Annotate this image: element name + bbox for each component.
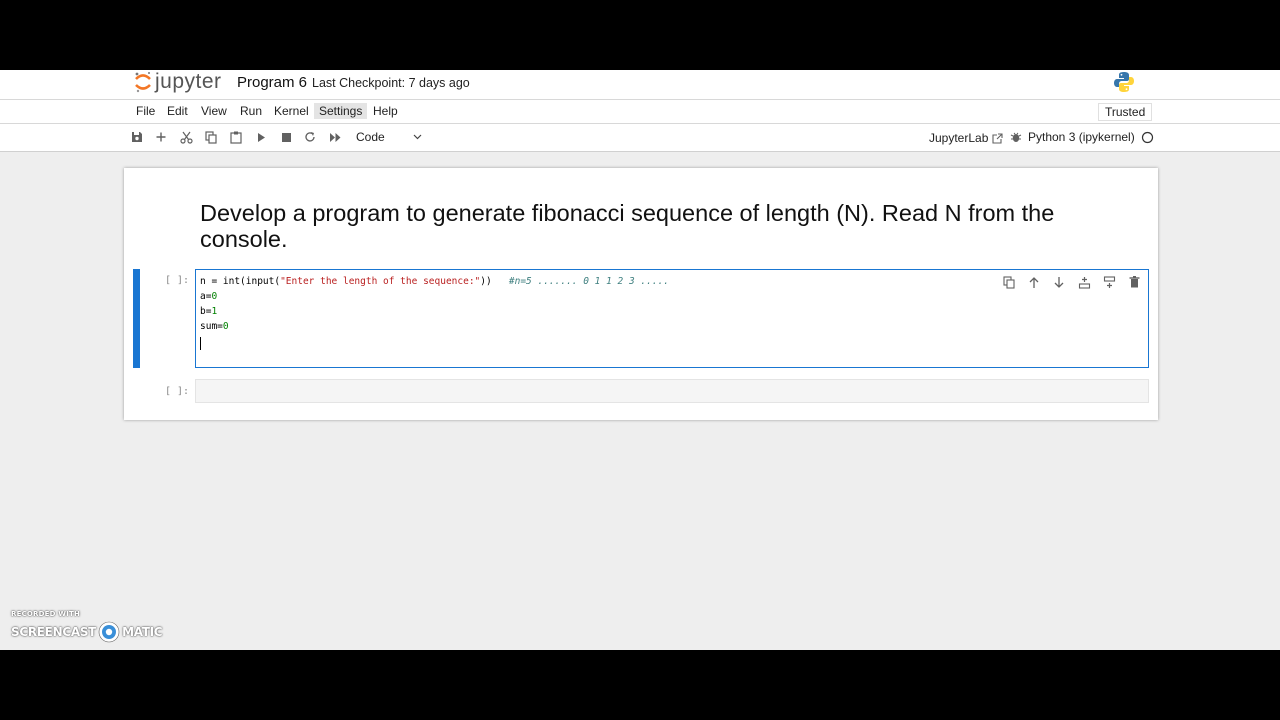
save-icon[interactable]: [129, 129, 145, 145]
trusted-indicator[interactable]: Trusted: [1098, 103, 1153, 121]
title-bar: jupyter Program 6 Last Checkpoint: 7 day…: [0, 70, 1280, 100]
code-line-3: b=1: [200, 306, 217, 317]
last-checkpoint: Last Checkpoint: 7 days ago: [312, 76, 470, 90]
empty-code-cell[interactable]: [195, 379, 1149, 403]
debugger-bug-icon[interactable]: [1010, 131, 1022, 143]
code-cell-editor[interactable]: n = int(input("Enter the length of the s…: [195, 269, 1149, 368]
copy-icon[interactable]: [203, 129, 219, 145]
restart-icon[interactable]: [302, 129, 318, 145]
run-icon[interactable]: [253, 129, 269, 145]
screencast-o-matic-logo-icon: [98, 621, 120, 643]
watermark-matic: MATIC: [122, 625, 163, 639]
code-cell-prompt: [ ]:: [165, 275, 190, 286]
kernel-idle-circle-icon: [1141, 131, 1153, 143]
menu-edit[interactable]: Edit: [162, 103, 193, 119]
empty-cell-prompt: [ ]:: [165, 386, 190, 397]
stop-icon[interactable]: [278, 129, 294, 145]
code-number: 0: [222, 321, 229, 332]
code-line-1: n = int(input("Enter the length of the s…: [200, 276, 669, 287]
paste-icon[interactable]: [228, 129, 244, 145]
menu-file[interactable]: File: [131, 103, 160, 119]
jupyterlab-link[interactable]: JupyterLab: [929, 131, 1003, 145]
insert-above-icon[interactable]: [1076, 274, 1092, 290]
cell-type-select[interactable]: Code: [350, 127, 426, 147]
move-up-icon[interactable]: [1026, 274, 1042, 290]
screen: jupyter Program 6 Last Checkpoint: 7 day…: [0, 70, 1280, 650]
watermark-screencast: SCREENCAST: [11, 625, 97, 639]
add-cell-icon[interactable]: [153, 129, 169, 145]
chevron-down-icon: [413, 134, 422, 140]
watermark-recorded-with: RECORDED WITH: [11, 610, 81, 618]
markdown-cell[interactable]: Develop a program to generate fibonacci …: [200, 200, 1140, 252]
insert-below-icon[interactable]: [1101, 274, 1117, 290]
jupyterlab-link-label: JupyterLab: [929, 131, 989, 145]
jupyter-logo[interactable]: jupyter: [134, 70, 222, 94]
active-cell-indicator: [133, 269, 140, 368]
code-token: b=: [200, 306, 212, 317]
code-line-4: sum=0: [200, 321, 229, 332]
menu-run[interactable]: Run: [235, 103, 267, 119]
notebook-title[interactable]: Program 6: [237, 74, 307, 91]
code-comment: #n=5 ....... 0 1 1 2 3 .....: [508, 276, 670, 287]
external-link-icon: [992, 132, 1003, 144]
run-all-icon[interactable]: [327, 129, 343, 145]
watermark-logo: SCREENCAST MATIC: [11, 621, 163, 643]
code-token: sum=: [200, 321, 223, 332]
screencast-watermark: RECORDED WITH SCREENCAST MATIC: [11, 610, 163, 643]
menu-help[interactable]: Help: [368, 103, 403, 119]
code-line-2: a=0: [200, 291, 217, 302]
text-cursor: [200, 337, 201, 350]
jupyter-logo-text: jupyter: [155, 70, 222, 93]
code-number: 1: [211, 306, 218, 317]
menu-kernel[interactable]: Kernel: [269, 103, 314, 119]
code-token: )): [480, 276, 509, 287]
code-token: a=: [200, 291, 212, 302]
jupyter-logo-icon: [135, 72, 151, 93]
menu-view[interactable]: View: [196, 103, 232, 119]
code-string: "Enter the length of the sequence:": [280, 276, 481, 287]
kernel-status[interactable]: Python 3 (ipykernel): [1010, 130, 1154, 144]
move-down-icon[interactable]: [1051, 274, 1067, 290]
duplicate-icon[interactable]: [1001, 274, 1017, 290]
cut-icon[interactable]: [178, 129, 194, 145]
menu-bar: File Edit View Run Kernel Settings Help …: [0, 100, 1280, 124]
code-token: n = int(input(: [200, 276, 281, 287]
python-logo-icon: [1114, 72, 1134, 92]
notebook-panel: Develop a program to generate fibonacci …: [124, 168, 1158, 420]
kernel-name: Python 3 (ipykernel): [1028, 130, 1135, 144]
cell-type-value: Code: [356, 130, 385, 144]
notebook-toolbar: Code JupyterLab Python 3 (ipykernel): [0, 124, 1280, 152]
cell-toolbar: [1001, 274, 1142, 290]
delete-icon[interactable]: [1126, 274, 1142, 290]
code-number: 0: [211, 291, 218, 302]
menu-settings[interactable]: Settings: [314, 103, 368, 119]
